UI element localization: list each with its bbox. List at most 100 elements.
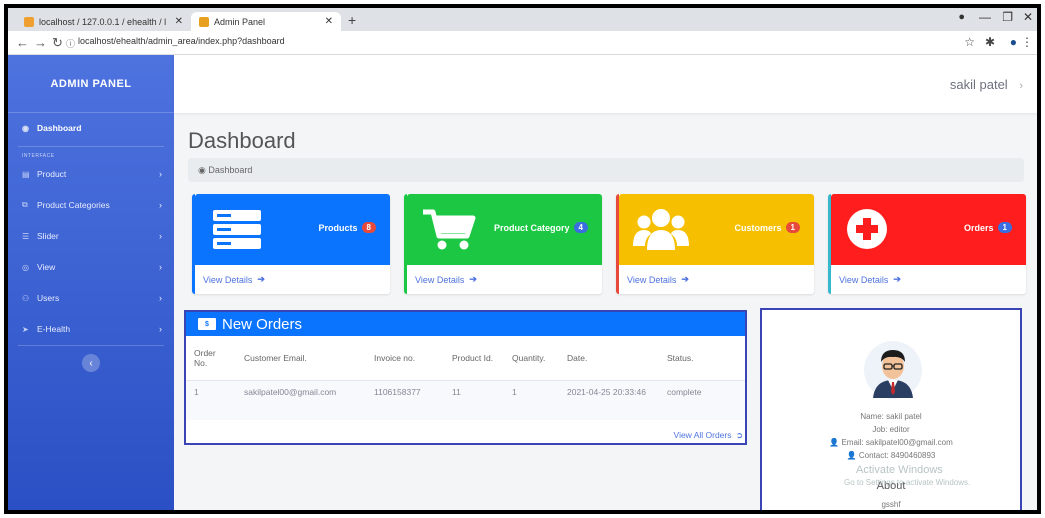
table-row[interactable]: 1 sakilpatel00@gmail.com 1106158377 11 1… xyxy=(186,380,745,420)
view-all-orders-link[interactable]: View All Orders ➲ xyxy=(674,430,743,441)
sidebar-item-label: E-Health xyxy=(37,324,71,334)
sidebar-brand[interactable]: ADMIN PANEL xyxy=(8,55,174,113)
bookmark-star-icon[interactable]: ☆ xyxy=(964,35,975,49)
chevron-right-icon: › xyxy=(1019,80,1023,92)
admin-favicon-icon xyxy=(199,16,209,27)
user-icon: 👤 xyxy=(829,438,840,447)
sidebar-item-e-health[interactable]: ➤ E-Health › xyxy=(8,318,174,340)
activation-watermark-title: Activate Windows xyxy=(856,464,943,476)
topbar: sakil patel › xyxy=(174,55,1037,113)
card-title: Product Category 4 xyxy=(494,222,588,233)
back-icon[interactable]: ← xyxy=(16,35,29,50)
link-label: View All Orders xyxy=(673,430,732,440)
close-icon[interactable]: ✕ xyxy=(175,16,183,27)
users-group-icon xyxy=(633,209,689,250)
sidebar-item-label: Product Categories xyxy=(37,200,110,210)
view-details-link[interactable]: View Details ➔ xyxy=(415,274,477,285)
url-field[interactable]: localhost/ehealth/admin_area/index.php?d… xyxy=(78,36,285,46)
tab-phpmyadmin[interactable]: localhost / 127.0.0.1 / ehealth / l ✕ xyxy=(16,12,191,31)
cell-order-no: 1 xyxy=(194,386,199,397)
menu-kebab-icon[interactable]: ⋮ xyxy=(1021,35,1033,49)
sidebar-item-label: Dashboard xyxy=(37,123,82,133)
restore-icon[interactable]: ❐ xyxy=(1002,10,1013,24)
column-header: Order No. xyxy=(186,336,236,381)
count-badge: 4 xyxy=(573,222,588,233)
column-header: Status. xyxy=(659,336,745,381)
sidebar-divider xyxy=(18,146,164,147)
sidebar-item-label: Slider xyxy=(37,231,59,241)
sidebar-divider xyxy=(18,345,164,346)
arrow-right-icon: ➔ xyxy=(257,274,265,284)
sidebar-item-product[interactable]: ▤ Product › xyxy=(8,163,174,185)
tag-icon: ⧉ xyxy=(22,200,28,209)
profile-contact: 👤 Contact: 8490460893 xyxy=(762,451,1020,460)
arrow-circle-right-icon: ➲ xyxy=(735,430,743,440)
arrow-right-icon: ➔ xyxy=(681,274,689,284)
sidebar: ADMIN PANEL ◉ Dashboard INTERFACE ▤ Prod… xyxy=(8,55,174,510)
product-category-card: Product Category 4 View Details ➔ xyxy=(404,194,602,294)
address-bar: ← → ↻ ⓘ localhost/ehealth/admin_area/ind… xyxy=(8,31,1037,55)
avatar xyxy=(864,341,922,399)
new-orders-header: $ New Orders xyxy=(186,312,745,336)
view-details-link[interactable]: View Details ➔ xyxy=(203,274,265,285)
cell-quantity: 1 xyxy=(512,386,517,397)
table-header-row: Order No. Customer Email. Invoice no. Pr… xyxy=(186,336,745,381)
close-window-icon[interactable]: ✕ xyxy=(1023,10,1033,24)
profile-name: Name: sakil patel xyxy=(860,412,922,421)
breadcrumb: ◉ Dashboard xyxy=(188,158,1024,182)
user-menu[interactable]: sakil patel › xyxy=(950,77,1023,92)
tab-admin-panel[interactable]: Admin Panel ✕ xyxy=(191,12,341,31)
send-icon: ➤ xyxy=(22,324,29,334)
count-badge: 1 xyxy=(997,222,1012,233)
user-icon: 👤 xyxy=(846,451,857,460)
reload-icon[interactable]: ↻ xyxy=(52,35,63,51)
card-header: Products 8 xyxy=(195,194,390,265)
column-header: Product Id. xyxy=(444,336,504,381)
account-avatar-icon[interactable]: ● xyxy=(1010,35,1017,49)
contact-text: Contact: 8490460893 xyxy=(858,451,936,460)
close-icon[interactable]: ✕ xyxy=(325,16,333,27)
sidebar-toggle-button[interactable]: ‹ xyxy=(82,354,100,372)
sidebar-item-dashboard[interactable]: ◉ Dashboard xyxy=(8,117,174,139)
medical-cross-icon xyxy=(847,209,887,249)
sidebar-heading: INTERFACE xyxy=(22,153,55,159)
customers-card: Customers 1 View Details ➔ xyxy=(616,194,814,294)
cell-invoice: 1106158377 xyxy=(374,386,421,397)
column-header: Customer Email. xyxy=(236,336,366,381)
cell-status: complete xyxy=(667,386,702,397)
sidebar-item-product-categories[interactable]: ⧉ Product Categories › xyxy=(8,194,174,216)
view-details-link[interactable]: View Details ➔ xyxy=(839,274,901,285)
sidebar-item-slider[interactable]: ☰ Slider › xyxy=(8,225,174,247)
chevron-right-icon: › xyxy=(159,231,162,241)
card-header: Customers 1 xyxy=(619,194,814,265)
orders-table: Order No. Customer Email. Invoice no. Pr… xyxy=(186,336,745,420)
arrow-right-icon: ➔ xyxy=(893,274,901,284)
profile-dot-icon[interactable]: ● xyxy=(958,11,965,23)
table-icon: ▤ xyxy=(22,169,30,179)
info-icon: ⓘ xyxy=(66,39,76,49)
eye-icon: ◎ xyxy=(22,262,29,272)
sidebar-item-label: Users xyxy=(37,293,60,303)
view-details-link[interactable]: View Details ➔ xyxy=(627,274,689,285)
card-title: Orders 1 xyxy=(964,222,1012,233)
dashboard-icon: ◉ xyxy=(198,165,206,175)
sidebar-item-view[interactable]: ◎ View › xyxy=(8,256,174,278)
money-icon: $ xyxy=(198,318,216,330)
forward-icon[interactable]: → xyxy=(34,35,47,50)
list-icon: ☰ xyxy=(22,231,30,241)
card-title: Customers 1 xyxy=(735,222,800,233)
minimize-icon[interactable]: — xyxy=(979,10,991,24)
card-header: Product Category 4 xyxy=(407,194,602,265)
breadcrumb-item[interactable]: Dashboard xyxy=(208,165,252,175)
sidebar-item-users[interactable]: ⚇ Users › xyxy=(8,287,174,309)
chevron-right-icon: › xyxy=(159,324,162,334)
extensions-icon[interactable]: ✱ xyxy=(985,35,995,49)
card-label: Product Category xyxy=(494,222,570,233)
link-label: View Details xyxy=(627,274,677,285)
count-badge: 1 xyxy=(785,222,800,233)
chevron-right-icon: › xyxy=(159,169,162,179)
card-title: Products 8 xyxy=(319,222,376,233)
orders-card: Orders 1 View Details ➔ xyxy=(828,194,1026,294)
new-tab-icon[interactable]: + xyxy=(348,12,356,28)
arrow-right-icon: ➔ xyxy=(469,274,477,284)
